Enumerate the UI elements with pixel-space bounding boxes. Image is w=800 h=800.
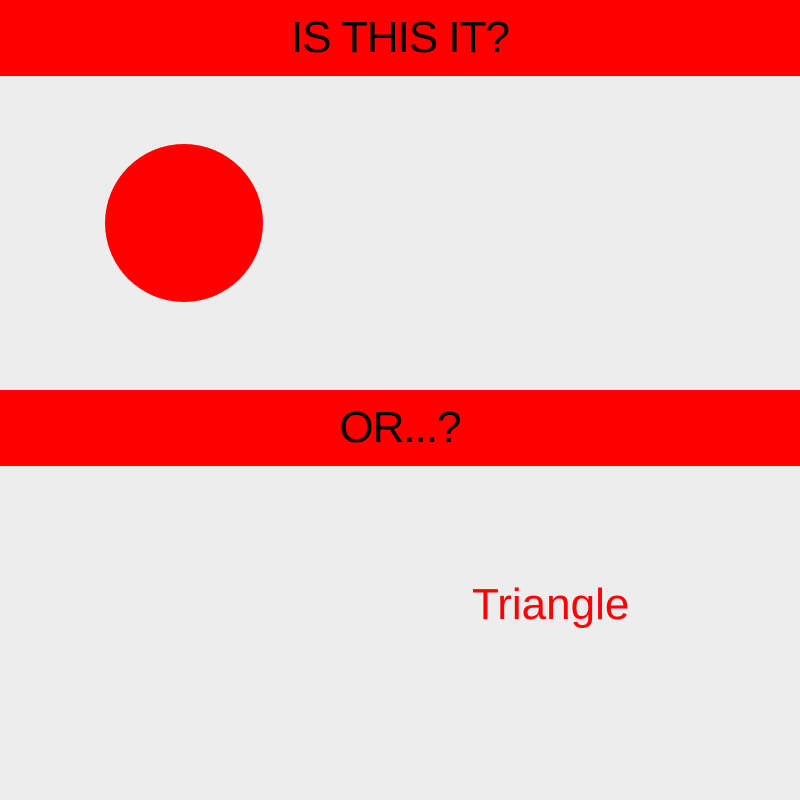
top-banner-text: IS THIS IT? <box>290 13 510 62</box>
middle-banner-text: OR...? <box>339 403 461 452</box>
red-circle <box>105 144 263 302</box>
top-banner: IS THIS IT? <box>0 0 800 76</box>
middle-banner: OR...? <box>0 390 800 466</box>
poster-canvas: IS THIS IT? OR...? Triangle <box>0 0 800 800</box>
triangle-word: Triangle <box>472 580 630 629</box>
